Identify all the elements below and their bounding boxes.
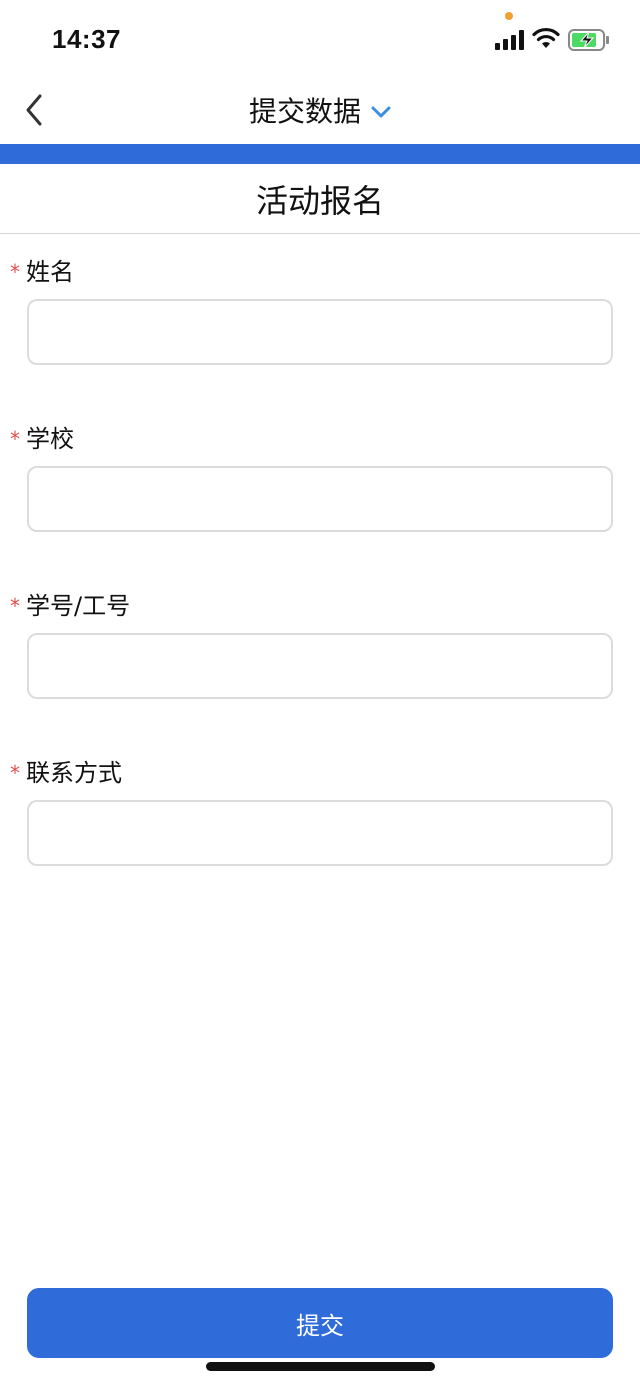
home-indicator bbox=[206, 1362, 435, 1371]
required-marker: * bbox=[10, 594, 20, 618]
field-label: 姓名 bbox=[26, 257, 74, 286]
chevron-down-icon[interactable] bbox=[371, 106, 391, 118]
form-title-row: 活动报名 bbox=[0, 164, 640, 234]
wifi-icon bbox=[532, 27, 560, 48]
page: 14:37 提交数据 活动报名 * 姓名 * 学校 * 学号/工号 * 联系方式… bbox=[0, 0, 640, 1385]
status-bar: 14:37 bbox=[0, 0, 640, 80]
field-label-row: * 联系方式 bbox=[10, 754, 122, 787]
privacy-indicator-dot bbox=[505, 12, 513, 20]
field-label-row: * 学号/工号 bbox=[10, 587, 131, 620]
field-school: * 学校 bbox=[0, 420, 640, 535]
signal-icon bbox=[495, 30, 524, 50]
field-label-row: * 姓名 bbox=[10, 253, 74, 286]
form-title: 活动报名 bbox=[255, 181, 384, 220]
required-marker: * bbox=[10, 427, 20, 451]
field-label: 联系方式 bbox=[26, 758, 122, 787]
contact-input[interactable] bbox=[27, 800, 613, 866]
battery-charging-icon bbox=[568, 29, 609, 51]
required-marker: * bbox=[10, 260, 20, 284]
field-label: 学号/工号 bbox=[26, 591, 131, 620]
field-name: * 姓名 bbox=[0, 253, 640, 368]
required-marker: * bbox=[10, 761, 20, 785]
school-input[interactable] bbox=[27, 466, 613, 532]
submit-button[interactable]: 提交 bbox=[27, 1288, 613, 1358]
name-input[interactable] bbox=[27, 299, 613, 365]
field-student-staff-id: * 学号/工号 bbox=[0, 587, 640, 702]
header-accent-band bbox=[0, 144, 640, 164]
field-label: 学校 bbox=[26, 424, 74, 453]
field-contact: * 联系方式 bbox=[0, 754, 640, 869]
student-staff-id-input[interactable] bbox=[27, 633, 613, 699]
nav-title: 提交数据 bbox=[248, 95, 361, 128]
submit-button-label: 提交 bbox=[296, 1311, 344, 1340]
status-time: 14:37 bbox=[52, 24, 121, 54]
field-label-row: * 学校 bbox=[10, 420, 74, 453]
nav-bar: 提交数据 bbox=[0, 80, 640, 144]
nav-title-group[interactable]: 提交数据 bbox=[0, 90, 640, 130]
